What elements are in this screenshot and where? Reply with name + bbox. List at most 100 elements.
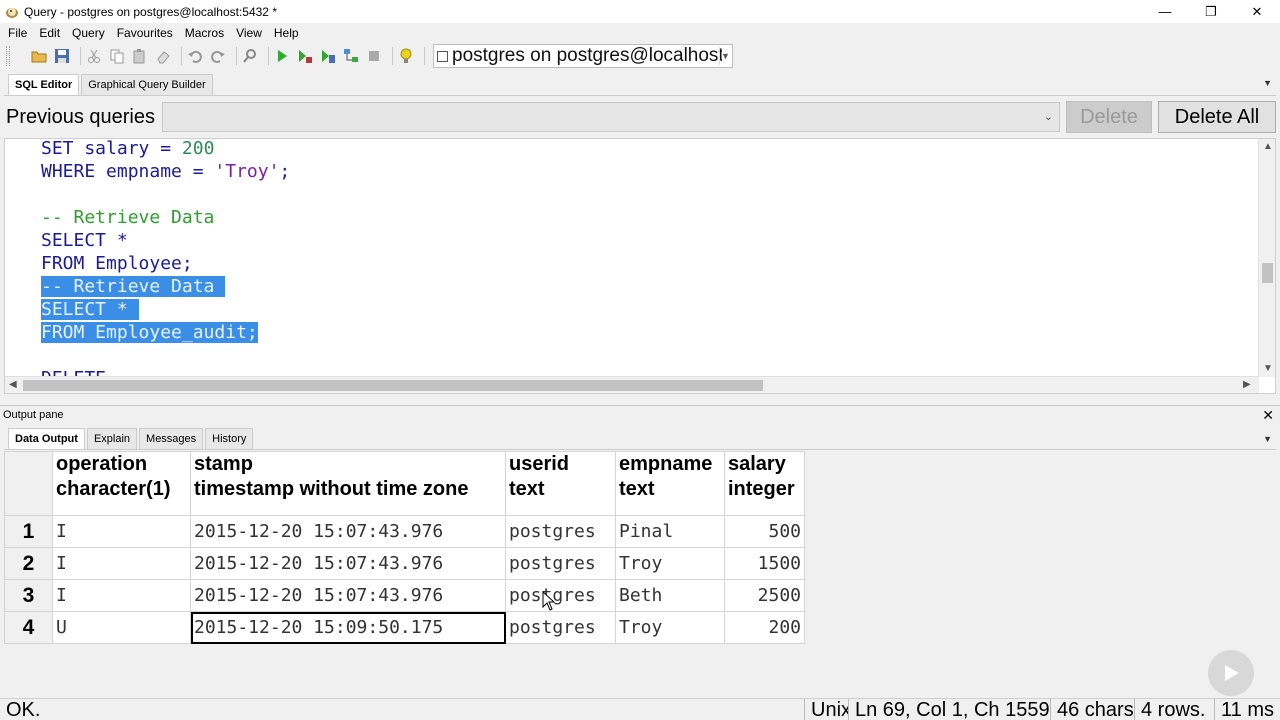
editor-vertical-scrollbar[interactable]: ▲ ▼ — [1258, 139, 1275, 377]
cell-stamp[interactable]: 2015-12-20 15:07:43.976 — [190, 547, 506, 580]
tab-menu-chevron-icon[interactable]: ▼ — [1263, 78, 1272, 88]
cell-salary[interactable]: 200 — [724, 611, 805, 644]
cell-operation[interactable]: I — [52, 579, 191, 612]
tab-messages[interactable]: Messages — [139, 428, 204, 449]
menu-favourites[interactable]: Favourites — [111, 23, 179, 43]
cell-stamp-focused[interactable]: 2015-12-20 15:09:50.175 — [190, 611, 506, 644]
copy-icon[interactable] — [108, 47, 126, 65]
cell-stamp[interactable]: 2015-12-20 15:07:43.976 — [190, 515, 506, 548]
execute-icon[interactable] — [273, 47, 291, 65]
previous-queries-select[interactable]: ⌄ — [162, 102, 1060, 132]
delete-button[interactable]: Delete — [1066, 101, 1152, 133]
output-pane-title: Output pane — [3, 408, 64, 421]
editor-vertical-scroll-thumb[interactable] — [1262, 263, 1273, 283]
cell-stamp[interactable]: 2015-12-20 15:07:43.976 — [190, 579, 506, 612]
cell-userid[interactable]: postgres — [505, 515, 616, 548]
delete-all-button[interactable]: Delete All — [1158, 101, 1276, 133]
close-icon[interactable]: ✕ — [1262, 407, 1274, 424]
cell-empname[interactable]: Troy — [615, 547, 725, 580]
code-line[interactable]: SELECT * — [41, 229, 128, 252]
code-line[interactable]: SET salary = 200 — [41, 139, 214, 160]
menu-edit[interactable]: Edit — [33, 23, 66, 43]
cell-userid[interactable]: postgres — [505, 579, 616, 612]
menu-macros[interactable]: Macros — [179, 23, 230, 43]
column-header-stamp[interactable]: stamp timestamp without time zone — [190, 451, 506, 516]
code-token: FROM Employee_audit; — [41, 322, 258, 343]
menu-file[interactable]: File — [2, 23, 33, 43]
paste-icon[interactable] — [131, 47, 149, 65]
cell-empname[interactable]: Pinal — [615, 515, 725, 548]
column-header-operation[interactable]: operation character(1) — [52, 451, 191, 516]
find-icon[interactable] — [241, 47, 259, 65]
cell-userid[interactable]: postgres — [505, 547, 616, 580]
menu-help[interactable]: Help — [268, 23, 305, 43]
redo-icon[interactable] — [209, 47, 227, 65]
tab-menu-chevron-icon[interactable]: ▼ — [1263, 434, 1272, 444]
scroll-down-icon[interactable]: ▼ — [1263, 363, 1273, 374]
code-line[interactable]: -- Retrieve Data — [41, 206, 214, 229]
tab-graphical-query-builder[interactable]: Graphical Query Builder — [81, 74, 213, 95]
tab-sql-editor[interactable]: SQL Editor — [8, 74, 80, 95]
code-line[interactable]: WHERE empname = 'Troy'; — [41, 160, 290, 183]
row-header[interactable]: 4 — [4, 611, 53, 644]
sql-editor[interactable]: SET salary = 200 WHERE empname = 'Troy'; -… — [4, 138, 1276, 394]
open-folder-icon[interactable] — [30, 47, 48, 65]
editor-horizontal-scroll-thumb[interactable] — [23, 380, 763, 391]
explain-icon[interactable] — [342, 47, 360, 65]
toolbar-grip[interactable] — [6, 46, 10, 66]
tab-history[interactable]: History — [205, 428, 254, 449]
column-header-empname[interactable]: empname text — [615, 451, 725, 516]
eraser-icon[interactable] — [154, 47, 172, 65]
execute-to-file-icon[interactable] — [319, 47, 337, 65]
scroll-left-icon[interactable]: ◀ — [9, 379, 17, 390]
cell-operation[interactable]: U — [52, 611, 191, 644]
code-line[interactable]: FROM Employee_audit; — [41, 321, 258, 344]
cancel-query-icon[interactable] — [365, 47, 383, 65]
title-bar: Query - postgres on postgres@localhost:5… — [0, 0, 1280, 23]
minimize-button[interactable]: — — [1142, 0, 1188, 23]
menu-bar: File Edit Query Favourites Macros View H… — [0, 23, 1280, 43]
row-header[interactable]: 3 — [4, 579, 53, 612]
row-header[interactable]: 2 — [4, 547, 53, 580]
column-header-userid[interactable]: userid text — [505, 451, 616, 516]
restore-button[interactable]: ❐ — [1188, 0, 1234, 23]
chevron-down-icon[interactable]: ⌄ — [1044, 110, 1053, 123]
code-line[interactable]: SELECT * — [41, 298, 139, 321]
cell-salary[interactable]: 1500 — [724, 547, 805, 580]
cell-empname[interactable]: Beth — [615, 579, 725, 612]
save-icon[interactable] — [53, 47, 71, 65]
column-header-salary[interactable]: salary integer — [724, 451, 805, 516]
toolbar-separator — [236, 47, 237, 65]
sql-code-area[interactable]: SET salary = 200 WHERE empname = 'Troy'; -… — [5, 139, 1259, 377]
cell-salary[interactable]: 2500 — [724, 579, 805, 612]
code-line[interactable]: -- Retrieve Data — [41, 275, 226, 298]
scroll-right-icon[interactable]: ▶ — [1243, 379, 1251, 390]
connection-select[interactable]: postgres on postgres@localhost:5432 ▼ — [433, 44, 733, 68]
status-bar: OK. Unix Ln 69, Col 1, Ch 1559 46 chars … — [0, 698, 1280, 720]
tab-explain[interactable]: Explain — [86, 428, 138, 449]
cell-operation[interactable]: I — [52, 515, 191, 548]
connection-checkbox[interactable] — [437, 50, 448, 62]
chevron-down-icon[interactable]: ▼ — [719, 47, 731, 65]
output-pane-header: Output pane ✕ — [0, 405, 1280, 423]
cell-salary[interactable]: 500 — [724, 515, 805, 548]
undo-icon[interactable] — [186, 47, 204, 65]
grid-corner[interactable] — [4, 451, 53, 516]
execute-pgscript-icon[interactable] — [296, 47, 314, 65]
code-token: SET salary = — [41, 139, 182, 159]
code-line[interactable]: FROM Employee; — [41, 252, 193, 275]
tab-data-output[interactable]: Data Output — [8, 428, 85, 449]
toolbar-separator — [392, 47, 393, 65]
cell-operation[interactable]: I — [52, 547, 191, 580]
editor-horizontal-scrollbar[interactable]: ◀ ▶ — [5, 376, 1259, 393]
cut-icon[interactable] — [85, 47, 103, 65]
scroll-up-icon[interactable]: ▲ — [1263, 141, 1273, 152]
row-header[interactable]: 1 — [4, 515, 53, 548]
cell-userid[interactable]: postgres — [505, 611, 616, 644]
menu-query[interactable]: Query — [66, 23, 111, 43]
help-lightbulb-icon[interactable] — [397, 47, 415, 65]
menu-view[interactable]: View — [230, 23, 268, 43]
close-button[interactable]: ✕ — [1234, 0, 1280, 23]
play-icon[interactable] — [1208, 650, 1254, 696]
cell-empname[interactable]: Troy — [615, 611, 725, 644]
